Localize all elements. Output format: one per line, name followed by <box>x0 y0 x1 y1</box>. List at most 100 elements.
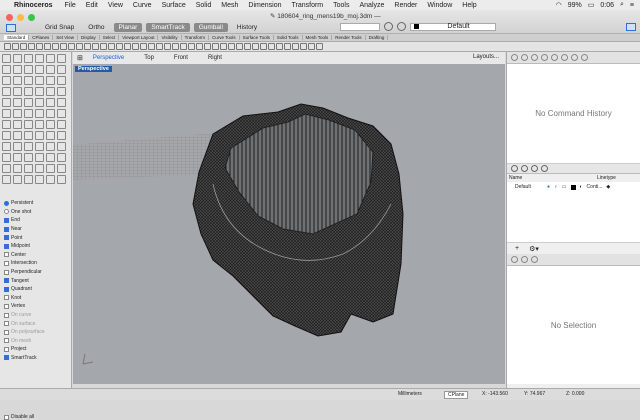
camera-tab-icon[interactable] <box>561 54 568 61</box>
palette-tool-icon[interactable] <box>46 76 55 85</box>
menu-solid[interactable]: Solid <box>196 2 212 9</box>
palette-tool-icon[interactable] <box>46 98 55 107</box>
viewport-tab-front[interactable]: Front <box>164 55 198 61</box>
toolbar-tool-icon[interactable] <box>132 43 139 50</box>
viewport-tab-right[interactable]: Right <box>198 55 232 61</box>
palette-tool-icon[interactable] <box>2 164 11 173</box>
redo-icon[interactable] <box>397 22 406 31</box>
palette-tool-icon[interactable] <box>46 164 55 173</box>
app-menu[interactable]: Rhinoceros <box>14 2 53 9</box>
menu-curve[interactable]: Curve <box>133 2 152 9</box>
layouts-button[interactable]: Layouts... <box>473 54 499 60</box>
palette-tool-icon[interactable] <box>24 153 33 162</box>
palette-tool-icon[interactable] <box>2 65 11 74</box>
palette-tool-icon[interactable] <box>35 54 44 63</box>
menu-help[interactable]: Help <box>462 2 476 9</box>
object-display-icon[interactable] <box>531 256 538 263</box>
palette-tool-icon[interactable] <box>35 120 44 129</box>
toolbar-tab-visibility[interactable]: Visibility <box>158 35 182 40</box>
palette-tool-icon[interactable] <box>57 142 66 151</box>
menu-list-icon[interactable]: ≡ <box>630 2 634 9</box>
osnap-checkbox[interactable] <box>4 260 9 266</box>
osnap-knot[interactable]: Knot <box>4 294 70 303</box>
menu-view[interactable]: View <box>108 2 123 9</box>
palette-tool-icon[interactable] <box>35 142 44 151</box>
palette-tool-icon[interactable] <box>46 153 55 162</box>
palette-tool-icon[interactable] <box>35 164 44 173</box>
sidebar-toggle-icon[interactable] <box>6 24 16 32</box>
osnap-checkbox[interactable] <box>4 355 9 361</box>
palette-tool-icon[interactable] <box>57 164 66 173</box>
palette-tool-icon[interactable] <box>35 65 44 74</box>
palette-tool-icon[interactable] <box>24 120 33 129</box>
toolbar-tool-icon[interactable] <box>260 43 267 50</box>
osnap-checkbox[interactable] <box>4 243 9 249</box>
osnap-oneshot-option[interactable]: One shot <box>4 208 70 217</box>
palette-tool-icon[interactable] <box>13 175 22 184</box>
palette-tool-icon[interactable] <box>13 87 22 96</box>
osnap-checkbox[interactable] <box>4 338 9 344</box>
persistent-radio[interactable] <box>4 200 9 206</box>
planar-toggle[interactable]: Planar <box>113 23 143 32</box>
palette-tool-icon[interactable] <box>13 142 22 151</box>
palette-tool-icon[interactable] <box>35 131 44 140</box>
ortho-toggle[interactable]: Ortho <box>83 23 109 32</box>
toolbar-tool-icon[interactable] <box>172 43 179 50</box>
palette-tool-icon[interactable] <box>57 153 66 162</box>
osnap-near[interactable]: Near <box>4 225 70 234</box>
palette-tool-icon[interactable] <box>35 153 44 162</box>
menu-tools[interactable]: Tools <box>333 2 349 9</box>
toolbar-tab-render-tools[interactable]: Render Tools <box>332 35 366 40</box>
toolbar-tool-icon[interactable] <box>316 43 323 50</box>
layer-color-icon[interactable] <box>570 184 576 190</box>
clock[interactable]: 0:06 <box>600 2 614 9</box>
palette-tool-icon[interactable] <box>46 109 55 118</box>
viewport-tab-top[interactable]: Top <box>134 55 164 61</box>
menu-mesh[interactable]: Mesh <box>221 2 238 9</box>
layers-filter-icon[interactable] <box>521 165 528 172</box>
osnap-checkbox[interactable] <box>4 329 9 335</box>
palette-tool-icon[interactable] <box>57 87 66 96</box>
palette-tool-icon[interactable] <box>46 120 55 129</box>
osnap-checkbox[interactable] <box>4 321 9 327</box>
palette-tool-icon[interactable] <box>2 109 11 118</box>
menu-surface[interactable]: Surface <box>162 2 186 9</box>
palette-tool-icon[interactable] <box>24 175 33 184</box>
osnap-checkbox[interactable] <box>4 303 9 309</box>
palette-tool-icon[interactable] <box>2 131 11 140</box>
layers-display-icon[interactable] <box>531 165 538 172</box>
history-toggle[interactable]: History <box>232 23 262 32</box>
menu-edit[interactable]: Edit <box>86 2 98 9</box>
disable-all-checkbox[interactable] <box>4 414 9 420</box>
toolbar-tool-icon[interactable] <box>84 43 91 50</box>
current-layer-icon[interactable]: ● <box>547 184 550 190</box>
palette-tool-icon[interactable] <box>46 175 55 184</box>
palette-tool-icon[interactable] <box>57 120 66 129</box>
toolbar-tool-icon[interactable] <box>212 43 219 50</box>
toolbar-tool-icon[interactable] <box>188 43 195 50</box>
toolbar-tool-icon[interactable] <box>36 43 43 50</box>
palette-tool-icon[interactable] <box>35 76 44 85</box>
toolbar-tool-icon[interactable] <box>124 43 131 50</box>
toolbar-tab-curve-tools[interactable]: Curve Tools <box>209 35 240 40</box>
undo-icon[interactable] <box>384 22 393 31</box>
palette-tool-icon[interactable] <box>2 175 11 184</box>
palette-tool-icon[interactable] <box>2 98 11 107</box>
toolbar-tool-icon[interactable] <box>92 43 99 50</box>
palette-tool-icon[interactable] <box>35 175 44 184</box>
toolbar-tool-icon[interactable] <box>196 43 203 50</box>
palette-tool-icon[interactable] <box>24 65 33 74</box>
file-tab-icon[interactable] <box>571 54 578 61</box>
smarttrack-toggle[interactable]: SmartTrack <box>146 23 190 32</box>
palette-tool-icon[interactable] <box>13 76 22 85</box>
toolbar-tab-standard[interactable]: Standard <box>4 35 30 40</box>
command-input[interactable] <box>340 22 380 31</box>
palette-tool-icon[interactable] <box>13 120 22 129</box>
toolbar-tool-icon[interactable] <box>204 43 211 50</box>
toolbar-tool-icon[interactable] <box>12 43 19 50</box>
units-label[interactable]: Millimeters <box>398 391 422 397</box>
palette-tool-icon[interactable] <box>24 131 33 140</box>
osnap-end[interactable]: End <box>4 216 70 225</box>
display-tab-icon[interactable] <box>531 54 538 61</box>
palette-tool-icon[interactable] <box>13 109 22 118</box>
